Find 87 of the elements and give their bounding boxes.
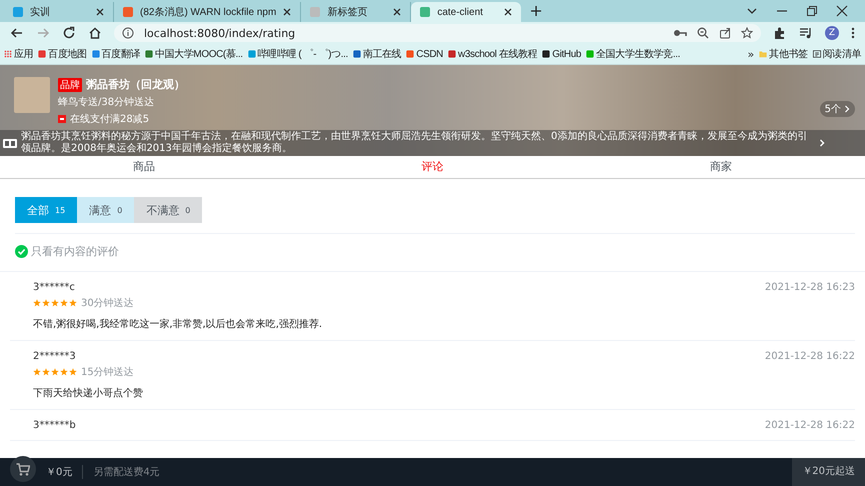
bulletin-bar[interactable]: 粥品香坊其烹饪粥料的秘方源于中国千年古法，在融和现代制作工艺，由世界烹饪大师屈浩先生领衔研发。坚守纯天然、0添加的良心品质深得消费者青睐，发展至今成为粥类的引领品牌。是2008年奥运会和2013年园博会指定餐饮服务商。 bbox=[0, 130, 865, 156]
bookmark-link[interactable]: GitHub bbox=[542, 48, 582, 60]
favicon-icon bbox=[542, 50, 550, 58]
filter-label: 只看有内容的评价 bbox=[31, 244, 119, 259]
bookmark-folder[interactable]: 其他书签 bbox=[759, 47, 808, 61]
close-icon bbox=[503, 7, 514, 17]
delivery-info: 蜂鸟专送/38分钟送达 bbox=[58, 96, 156, 109]
review-text: 不错,粥很好喝,我经常吃这一家,非常赞,以后也会常来吃,强烈推荐. bbox=[33, 318, 322, 331]
bookmark-link[interactable]: 哔哩哔哩 ( ゜- ゜)つ... bbox=[248, 47, 348, 61]
browser-tab[interactable]: cate-client bbox=[411, 2, 522, 22]
review-time: 2021-12-28 16:22 bbox=[764, 351, 855, 364]
cart-icon bbox=[16, 462, 30, 476]
more-icon bbox=[851, 26, 855, 40]
minimum-order: ￥20元起送 bbox=[792, 458, 865, 486]
info-icon bbox=[122, 27, 134, 39]
chevron-right-icon bbox=[819, 139, 825, 147]
reviewer-name: 2******3 bbox=[33, 351, 77, 362]
tab-title: (82条消息) WARN lockfile npm bbox=[140, 6, 276, 19]
support-text: 在线支付满28减5 bbox=[70, 112, 150, 126]
favicon-icon bbox=[406, 50, 414, 58]
favicon-icon bbox=[309, 6, 322, 18]
close-icon bbox=[282, 7, 292, 17]
bulletin-text: 粥品香坊其烹饪粥料的秘方源于中国千年古法，在融和现代制作工艺，由世界烹饪大师屈浩先生领衔研发。坚守纯天然、0添加的良心品质深得消费者青睐，发展至今成为粥类的引领品牌。是2008年奥运会和2013年园博会指定餐饮服务商。 bbox=[21, 131, 808, 155]
support-count-button[interactable]: 5个 bbox=[820, 101, 855, 117]
photo-placeholder bbox=[14, 77, 50, 113]
zoom-icon bbox=[697, 27, 709, 39]
close-icon bbox=[836, 5, 848, 17]
cart-price: ￥0元 bbox=[46, 465, 84, 479]
nav-tab[interactable]: 评论 bbox=[288, 156, 577, 178]
tab-title: 实训 bbox=[30, 6, 51, 19]
bookmark-folder[interactable]: 阅读清单 bbox=[812, 47, 861, 61]
playlist-icon bbox=[799, 26, 813, 40]
delivery-time: 30分钟送达 bbox=[81, 296, 134, 310]
reviewer-name: 3******b bbox=[33, 420, 76, 431]
new-tab-button[interactable]: + bbox=[521, 3, 551, 19]
puzzle-icon bbox=[773, 26, 787, 40]
favicon-icon bbox=[38, 50, 46, 58]
forward-icon bbox=[36, 26, 50, 40]
address-bar[interactable]: localhost:8080/index/rating bbox=[114, 24, 761, 42]
bookmark-link[interactable]: 南工在线 bbox=[352, 47, 402, 61]
apps-grid-icon bbox=[4, 50, 12, 58]
cart-button[interactable] bbox=[10, 456, 36, 482]
favicon-icon bbox=[586, 50, 594, 58]
list-icon bbox=[812, 50, 821, 58]
bookmark-link[interactable]: 百度地图 bbox=[38, 47, 87, 61]
more-bookmarks-button[interactable]: » bbox=[747, 48, 754, 60]
bookmark-link[interactable]: 全国大学生数学竞... bbox=[586, 47, 680, 61]
favicon-icon bbox=[145, 50, 154, 58]
home-icon bbox=[88, 26, 102, 40]
key-icon bbox=[673, 27, 687, 39]
chevron-right-icon bbox=[844, 105, 850, 113]
filter-tab[interactable]: 满意 0 bbox=[77, 197, 134, 223]
close-icon bbox=[392, 7, 402, 17]
back-icon bbox=[10, 26, 24, 40]
favicon-icon bbox=[92, 50, 100, 58]
favicon-icon bbox=[448, 50, 456, 58]
close-icon bbox=[95, 7, 105, 17]
bookmark-link[interactable]: 百度翻译 bbox=[92, 47, 140, 61]
review-time: 2021-12-28 16:23 bbox=[764, 282, 855, 295]
bookmark-link[interactable]: CSDN bbox=[406, 48, 444, 60]
favicon-icon bbox=[12, 6, 24, 18]
folder-icon bbox=[759, 50, 768, 58]
check-circle-icon[interactable] bbox=[15, 245, 28, 258]
nav-tab[interactable]: 商家 bbox=[576, 156, 865, 178]
share-icon bbox=[719, 27, 731, 39]
bookmark-link[interactable]: 中国大学MOOC(慕... bbox=[145, 47, 243, 61]
star-icon bbox=[741, 27, 753, 39]
restore-icon bbox=[806, 5, 818, 17]
reload-icon bbox=[62, 26, 76, 40]
favicon-icon bbox=[419, 6, 432, 18]
delivery-fee: 另需配送费4元 bbox=[93, 466, 160, 479]
tab-title: cate-client bbox=[437, 6, 484, 18]
delivery-time: 15分钟送达 bbox=[81, 366, 134, 379]
brand-badge: 品牌 bbox=[58, 78, 82, 92]
favicon-icon bbox=[352, 50, 361, 58]
review-text: 下雨天给快递小哥点个赞 bbox=[33, 386, 143, 400]
favicon-icon bbox=[248, 50, 256, 58]
reviewer-name: 3******c bbox=[33, 282, 76, 293]
bookmark-link[interactable]: 应用 bbox=[4, 47, 34, 61]
filter-tab[interactable]: 不满意 0 bbox=[134, 197, 202, 223]
profile-avatar[interactable]: Z bbox=[825, 26, 839, 40]
tab-title: 新标签页 bbox=[327, 6, 368, 19]
nav-tab[interactable]: 商品 bbox=[0, 156, 288, 178]
seller-name: 粥品香坊（回龙观） bbox=[86, 77, 185, 92]
favicon-icon bbox=[122, 6, 134, 18]
review-time: 2021-12-28 16:22 bbox=[764, 420, 855, 431]
bookmark-link[interactable]: w3school 在线教程 bbox=[448, 47, 538, 61]
